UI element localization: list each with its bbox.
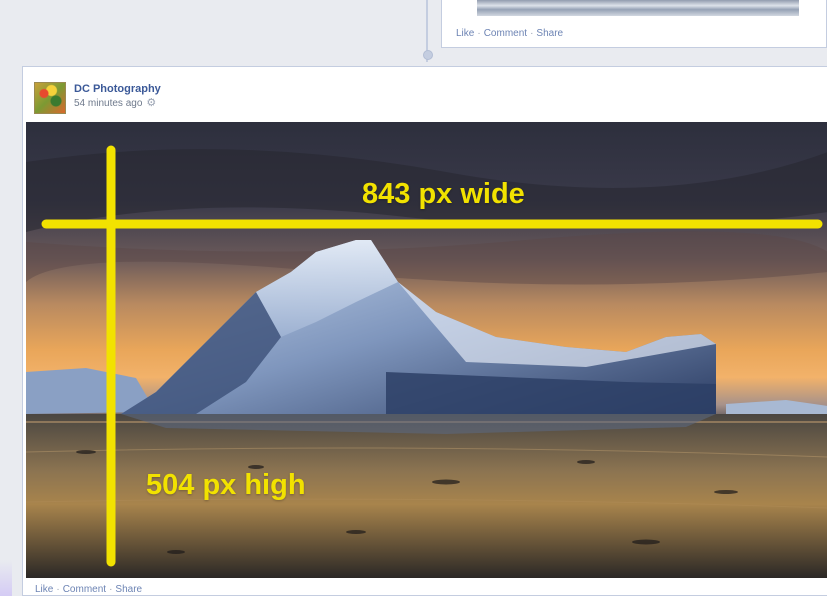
action-separator: ·	[109, 584, 113, 595]
comment-link[interactable]: Comment	[484, 28, 527, 39]
avatar[interactable]	[34, 82, 66, 114]
width-annotation: 843 px wide	[362, 178, 525, 210]
post-timestamp[interactable]: 54 minutes ago	[74, 98, 142, 109]
previous-post-card: Like · Comment · Share	[441, 0, 827, 48]
like-link[interactable]: Like	[35, 584, 53, 595]
action-separator: ·	[56, 584, 60, 595]
action-separator: ·	[530, 28, 534, 39]
height-annotation: 504 px high	[146, 469, 306, 501]
previous-post-photo[interactable]	[477, 0, 799, 16]
share-link[interactable]: Share	[115, 584, 142, 595]
previous-post-actions: Like · Comment · Share	[456, 28, 563, 39]
post-actions: Like · Comment · Share	[35, 584, 142, 595]
edge-tint	[0, 560, 12, 596]
gear-icon[interactable]: ⚙	[146, 97, 156, 109]
share-link[interactable]: Share	[536, 28, 563, 39]
timeline-dot	[423, 50, 433, 60]
post-author[interactable]: DC Photography	[74, 83, 161, 95]
post-meta: 54 minutes ago ⚙	[74, 96, 156, 109]
like-link[interactable]: Like	[456, 28, 474, 39]
comment-link[interactable]: Comment	[63, 584, 106, 595]
action-separator: ·	[477, 28, 481, 39]
post-card: DC Photography 54 minutes ago ⚙ Like · C…	[22, 66, 827, 596]
